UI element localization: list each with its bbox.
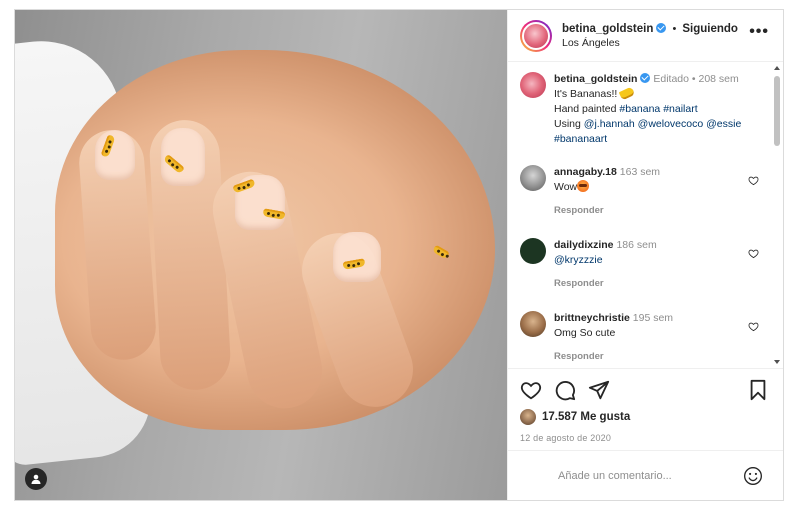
post-header: betina_goldstein • Siguiendo Los Ángeles… [508, 10, 783, 62]
hashtag-link[interactable]: #bananaart [554, 133, 607, 145]
comment-age: 186 sem [616, 239, 657, 251]
liker-avatar [520, 409, 536, 425]
post-date: 12 de agosto de 2020 [520, 433, 612, 443]
scrollbar[interactable] [773, 66, 781, 364]
separator: • [672, 22, 677, 35]
comment-item: dailydixzine 186 sem @kryzzzie Responder [520, 238, 769, 291]
author-avatar[interactable] [520, 19, 552, 52]
mention-link[interactable]: @essie [706, 118, 741, 130]
commenter-avatar[interactable] [520, 165, 546, 191]
like-comment-heart-icon[interactable] [748, 321, 759, 332]
caption-line3: Using [554, 118, 581, 130]
hashtag-link[interactable]: #banana [619, 103, 660, 115]
emoji-icon [577, 180, 590, 192]
scroll-thumb[interactable] [774, 76, 780, 146]
commenter-username[interactable]: brittneychristie [554, 312, 630, 324]
hashtag-link[interactable]: #nailart [663, 103, 697, 115]
comment-text: Wow [554, 181, 578, 193]
commenter-avatar[interactable] [520, 238, 546, 264]
heart-icon[interactable] [520, 379, 542, 401]
verified-icon [640, 73, 651, 83]
reply-button[interactable]: Responder [554, 203, 754, 218]
comments-list[interactable]: betina_goldstein Editado • 208 sem It's … [508, 62, 783, 368]
emoji-icon[interactable] [743, 466, 763, 486]
comment-input[interactable] [558, 469, 738, 482]
like-comment-heart-icon[interactable] [748, 248, 759, 259]
share-icon[interactable] [588, 379, 610, 401]
user-tag-icon[interactable] [25, 468, 47, 490]
post-location[interactable]: Los Ángeles [562, 36, 738, 50]
nail [333, 232, 381, 282]
comment-item: brittneychristie 195 sem Omg So cute Res… [520, 311, 769, 364]
more-icon[interactable]: ••• [749, 24, 769, 40]
comment-age: 195 sem [632, 312, 674, 324]
comment-item: annagaby.18 163 sem Wow Responder [520, 165, 769, 218]
commenter-username[interactable]: annagaby.18 [554, 166, 617, 178]
post-side-panel: betina_goldstein • Siguiendo Los Ángeles… [507, 10, 783, 500]
likes-count[interactable]: 17.587 Me gusta [542, 411, 630, 423]
bookmark-icon[interactable] [747, 379, 769, 401]
comment-icon[interactable] [554, 379, 576, 401]
post-image[interactable] [15, 10, 507, 500]
commenter-username[interactable]: dailydixzine [554, 239, 614, 251]
comment-age: 163 sem [619, 166, 661, 178]
caption-line1: It's Bananas!! [554, 88, 618, 100]
like-comment-heart-icon[interactable] [748, 175, 759, 186]
caption-username[interactable]: betina_goldstein [554, 73, 637, 85]
mention-link[interactable]: @j.hannah [584, 118, 635, 130]
banana-emoji-icon [618, 86, 636, 101]
author-username[interactable]: betina_goldstein [562, 23, 653, 35]
reply-button[interactable]: Responder [554, 349, 754, 364]
following-button[interactable]: Siguiendo [682, 23, 738, 35]
reply-button[interactable]: Responder [554, 276, 754, 291]
edited-label: Editado [653, 73, 689, 85]
post-actions: 17.587 Me gusta 12 de agosto de 2020 [508, 368, 783, 500]
caption-age: 208 sem [698, 73, 739, 85]
mention-link[interactable]: @welovecoco [638, 118, 704, 130]
scroll-down-icon[interactable] [774, 360, 780, 364]
add-comment-bar [508, 450, 783, 500]
caption: betina_goldstein Editado • 208 sem It's … [520, 72, 769, 147]
scroll-up-icon[interactable] [774, 66, 780, 70]
verified-icon [656, 22, 667, 33]
caption-avatar[interactable] [520, 72, 546, 98]
post-dialog: betina_goldstein • Siguiendo Los Ángeles… [14, 9, 784, 501]
caption-line2: Hand painted [554, 103, 617, 115]
likes-row[interactable]: 17.587 Me gusta [520, 409, 771, 425]
commenter-avatar[interactable] [520, 311, 546, 337]
comment-text: Omg So cute [554, 327, 616, 339]
mention-link[interactable]: @kryzzzie [554, 254, 603, 266]
